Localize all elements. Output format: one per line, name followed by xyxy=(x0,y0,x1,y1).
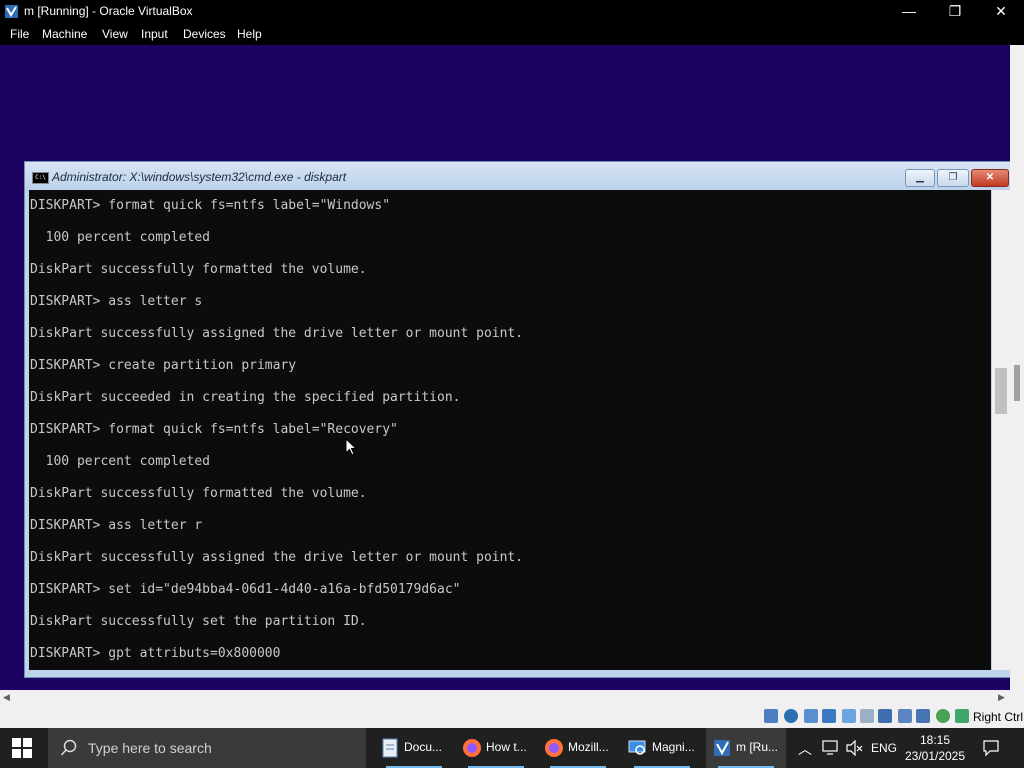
close-button[interactable]: ✕ xyxy=(978,0,1024,23)
clock-time: 18:15 xyxy=(919,733,951,747)
menubar: File Machine View Input Devices Help xyxy=(0,23,1024,45)
clock-date: 23/01/2025 xyxy=(904,749,966,763)
document-icon xyxy=(382,738,398,758)
menu-machine[interactable]: Machine xyxy=(42,27,87,41)
taskbar-search-box[interactable]: Type here to search xyxy=(48,728,366,768)
console-line: DiskPart successfully assigned the drive… xyxy=(30,550,524,565)
taskbar-item-virtualbox[interactable]: m [Ru... xyxy=(706,728,786,768)
restore-button[interactable]: ❐ xyxy=(932,0,978,23)
console-line: DiskPart successfully formatted the volu… xyxy=(30,262,367,277)
cmd-maximize-button[interactable]: ❐ xyxy=(937,169,969,187)
scroll-right-arrow-icon[interactable]: ▶ xyxy=(998,690,1005,704)
cmd-window[interactable]: C:\ Administrator: X:\windows\system32\c… xyxy=(24,161,1010,678)
display-icon[interactable] xyxy=(878,709,892,723)
virtualbox-icon xyxy=(5,5,18,18)
speaker-muted-icon[interactable] xyxy=(845,740,863,756)
taskbar-item-firefox-2[interactable]: Mozill... xyxy=(538,728,618,768)
optical-drive-icon[interactable] xyxy=(784,709,798,723)
virtualbox-titlebar: m [Running] - Oracle VirtualBox — ❐ ✕ xyxy=(0,0,1024,23)
notification-icon[interactable] xyxy=(982,739,1000,757)
cpu-icon[interactable] xyxy=(936,709,950,723)
recording-icon[interactable] xyxy=(898,709,912,723)
console-line: 100 percent completed xyxy=(30,230,211,245)
search-placeholder: Type here to search xyxy=(88,740,212,756)
taskbar-item-magnifier[interactable]: Magni... xyxy=(622,728,702,768)
console-line: DiskPart successfully assigned the drive… xyxy=(30,326,524,341)
virtualbox-icon xyxy=(714,740,730,756)
taskbar-item-document[interactable]: Docu... xyxy=(374,728,454,768)
menu-input[interactable]: Input xyxy=(141,27,168,41)
windows-start-icon[interactable] xyxy=(12,738,32,758)
hard-disk-icon[interactable] xyxy=(764,709,778,723)
audio-icon[interactable] xyxy=(804,709,818,723)
scroll-left-arrow-icon[interactable]: ◀ xyxy=(3,690,10,704)
cmd-title: Administrator: X:\windows\system32\cmd.e… xyxy=(52,170,347,184)
taskbar-item-label: Mozill... xyxy=(568,740,609,754)
arrow-icon[interactable] xyxy=(955,709,969,723)
console-line: DISKPART> ass letter s xyxy=(30,294,203,309)
guest-display[interactable]: C:\ Administrator: X:\windows\system32\c… xyxy=(0,45,1010,690)
cmd-scrollbar[interactable] xyxy=(992,190,1010,670)
cmd-close-button[interactable]: ✕ xyxy=(971,169,1009,187)
taskbar: Type here to search Docu... How t... Moz… xyxy=(0,728,1024,768)
console-line: DiskPart successfully formatted the volu… xyxy=(30,486,367,501)
virtualbox-horizontal-scrollbar[interactable]: ◀ ▶ xyxy=(0,690,1024,704)
taskbar-item-label: How t... xyxy=(486,740,527,754)
console-output[interactable]: DISKPART> format quick fs=ntfs label="Wi… xyxy=(29,190,991,670)
console-line: DISKPART> set id="de94bba4-06d1-4d40-a16… xyxy=(30,582,461,597)
mouse-integration-icon[interactable] xyxy=(916,709,930,723)
taskbar-item-label: Magni... xyxy=(652,740,695,754)
show-hidden-icons-chevron-icon[interactable]: ︿ xyxy=(798,739,812,759)
menu-file[interactable]: File xyxy=(10,27,29,41)
taskbar-item-firefox-1[interactable]: How t... xyxy=(456,728,536,768)
taskbar-item-label: Docu... xyxy=(404,740,443,754)
console-line: DISKPART> ass letter r xyxy=(30,518,203,533)
console-line: DiskPart succeeded in creating the speci… xyxy=(30,390,461,405)
console-line: DISKPART> create partition primary xyxy=(30,358,297,373)
minimize-button[interactable]: — xyxy=(886,0,932,23)
cmd-minimize-button[interactable]: ▁ xyxy=(905,169,935,187)
console-line: DiskPart successfully set the partition … xyxy=(30,614,367,629)
clock[interactable]: 18:15 23/01/2025 xyxy=(900,732,970,764)
virtualbox-vertical-scrollbar[interactable] xyxy=(1010,45,1024,690)
magnifier-icon xyxy=(628,740,646,755)
network-icon[interactable] xyxy=(822,740,840,756)
firefox-icon xyxy=(463,739,481,757)
menu-help[interactable]: Help xyxy=(237,27,262,41)
window-title: m [Running] - Oracle VirtualBox xyxy=(24,4,193,18)
taskbar-item-label: m [Ru... xyxy=(736,740,779,754)
host-key-label: Right Ctrl xyxy=(973,710,1024,724)
console-line: 100 percent completed xyxy=(30,454,211,469)
language-indicator[interactable]: ENG xyxy=(871,741,897,755)
virtualbox-vertical-scrollbar-thumb[interactable] xyxy=(1014,365,1020,401)
network-icon[interactable] xyxy=(822,709,836,723)
menu-view[interactable]: View xyxy=(102,27,128,41)
cmd-scrollbar-thumb[interactable] xyxy=(995,368,1007,414)
virtualbox-statusbar: Right Ctrl xyxy=(0,704,1024,728)
cmd-icon: C:\ xyxy=(32,172,49,184)
mouse-cursor-icon xyxy=(345,438,357,456)
usb-icon[interactable] xyxy=(842,709,856,723)
console-line: DISKPART> format quick fs=ntfs label="Re… xyxy=(30,422,398,437)
console-line: DISKPART> format quick fs=ntfs label="Wi… xyxy=(30,198,391,213)
search-icon xyxy=(60,739,77,756)
shared-folders-icon[interactable] xyxy=(860,709,874,723)
console-line: DISKPART> gpt attributs=0x800000 xyxy=(30,646,281,661)
menu-devices[interactable]: Devices xyxy=(183,27,226,41)
cmd-titlebar[interactable]: C:\ Administrator: X:\windows\system32\c… xyxy=(25,162,1010,190)
firefox-icon xyxy=(545,739,563,757)
